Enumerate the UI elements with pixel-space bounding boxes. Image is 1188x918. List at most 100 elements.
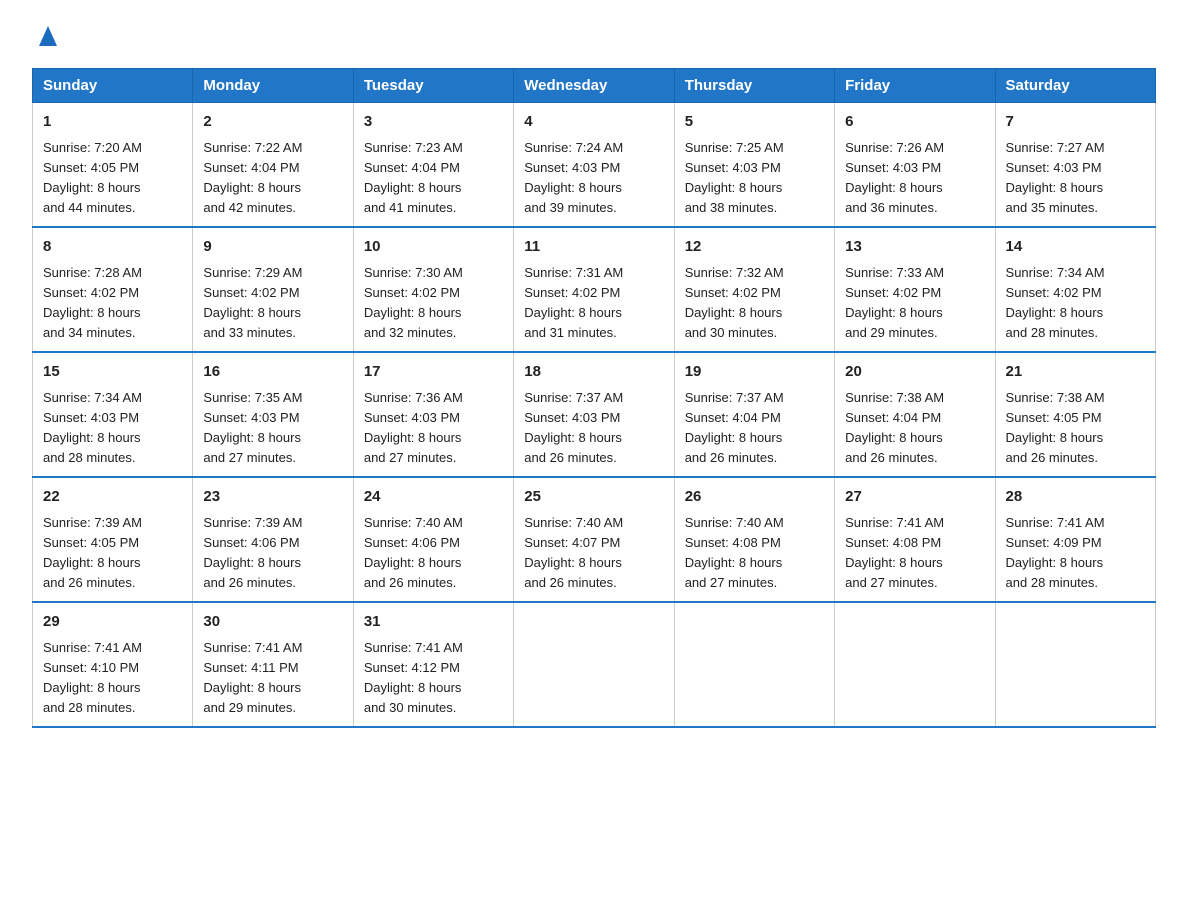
calendar-cell	[835, 602, 995, 727]
day-info: Sunrise: 7:30 AM Sunset: 4:02 PM Dayligh…	[364, 263, 503, 344]
day-number: 2	[203, 111, 342, 134]
logo	[32, 24, 62, 50]
day-number: 21	[1006, 361, 1145, 384]
day-number: 11	[524, 236, 663, 259]
weekday-header-saturday: Saturday	[995, 69, 1155, 103]
calendar-week-row: 29 Sunrise: 7:41 AM Sunset: 4:10 PM Dayl…	[33, 602, 1156, 727]
calendar-cell: 5 Sunrise: 7:25 AM Sunset: 4:03 PM Dayli…	[674, 103, 834, 228]
day-info: Sunrise: 7:25 AM Sunset: 4:03 PM Dayligh…	[685, 138, 824, 219]
day-info: Sunrise: 7:34 AM Sunset: 4:03 PM Dayligh…	[43, 388, 182, 469]
day-number: 14	[1006, 236, 1145, 259]
day-number: 22	[43, 486, 182, 509]
calendar-week-row: 1 Sunrise: 7:20 AM Sunset: 4:05 PM Dayli…	[33, 103, 1156, 228]
calendar-cell: 1 Sunrise: 7:20 AM Sunset: 4:05 PM Dayli…	[33, 103, 193, 228]
day-info: Sunrise: 7:40 AM Sunset: 4:06 PM Dayligh…	[364, 513, 503, 594]
day-number: 28	[1006, 486, 1145, 509]
calendar-cell: 9 Sunrise: 7:29 AM Sunset: 4:02 PM Dayli…	[193, 227, 353, 352]
day-number: 9	[203, 236, 342, 259]
day-number: 18	[524, 361, 663, 384]
page-header	[32, 24, 1156, 50]
calendar-cell	[514, 602, 674, 727]
calendar-cell	[674, 602, 834, 727]
day-number: 5	[685, 111, 824, 134]
calendar-week-row: 22 Sunrise: 7:39 AM Sunset: 4:05 PM Dayl…	[33, 477, 1156, 602]
day-number: 12	[685, 236, 824, 259]
calendar-cell: 28 Sunrise: 7:41 AM Sunset: 4:09 PM Dayl…	[995, 477, 1155, 602]
day-number: 30	[203, 611, 342, 634]
weekday-header-row: SundayMondayTuesdayWednesdayThursdayFrid…	[33, 69, 1156, 103]
calendar-cell: 10 Sunrise: 7:30 AM Sunset: 4:02 PM Dayl…	[353, 227, 513, 352]
calendar-cell: 4 Sunrise: 7:24 AM Sunset: 4:03 PM Dayli…	[514, 103, 674, 228]
day-number: 8	[43, 236, 182, 259]
calendar-cell: 20 Sunrise: 7:38 AM Sunset: 4:04 PM Dayl…	[835, 352, 995, 477]
weekday-header-wednesday: Wednesday	[514, 69, 674, 103]
calendar-cell: 23 Sunrise: 7:39 AM Sunset: 4:06 PM Dayl…	[193, 477, 353, 602]
calendar-cell: 26 Sunrise: 7:40 AM Sunset: 4:08 PM Dayl…	[674, 477, 834, 602]
calendar-cell: 15 Sunrise: 7:34 AM Sunset: 4:03 PM Dayl…	[33, 352, 193, 477]
calendar-cell: 22 Sunrise: 7:39 AM Sunset: 4:05 PM Dayl…	[33, 477, 193, 602]
day-number: 6	[845, 111, 984, 134]
day-number: 24	[364, 486, 503, 509]
logo-triangle-icon	[34, 22, 62, 50]
day-number: 25	[524, 486, 663, 509]
day-info: Sunrise: 7:37 AM Sunset: 4:03 PM Dayligh…	[524, 388, 663, 469]
day-info: Sunrise: 7:38 AM Sunset: 4:04 PM Dayligh…	[845, 388, 984, 469]
calendar-cell: 8 Sunrise: 7:28 AM Sunset: 4:02 PM Dayli…	[33, 227, 193, 352]
day-info: Sunrise: 7:31 AM Sunset: 4:02 PM Dayligh…	[524, 263, 663, 344]
calendar-cell: 3 Sunrise: 7:23 AM Sunset: 4:04 PM Dayli…	[353, 103, 513, 228]
weekday-header-tuesday: Tuesday	[353, 69, 513, 103]
calendar-cell	[995, 602, 1155, 727]
weekday-header-sunday: Sunday	[33, 69, 193, 103]
day-info: Sunrise: 7:38 AM Sunset: 4:05 PM Dayligh…	[1006, 388, 1145, 469]
day-number: 29	[43, 611, 182, 634]
day-number: 17	[364, 361, 503, 384]
weekday-header-friday: Friday	[835, 69, 995, 103]
day-info: Sunrise: 7:24 AM Sunset: 4:03 PM Dayligh…	[524, 138, 663, 219]
calendar-week-row: 15 Sunrise: 7:34 AM Sunset: 4:03 PM Dayl…	[33, 352, 1156, 477]
calendar-cell: 13 Sunrise: 7:33 AM Sunset: 4:02 PM Dayl…	[835, 227, 995, 352]
calendar-cell: 14 Sunrise: 7:34 AM Sunset: 4:02 PM Dayl…	[995, 227, 1155, 352]
day-number: 3	[364, 111, 503, 134]
day-number: 31	[364, 611, 503, 634]
calendar-week-row: 8 Sunrise: 7:28 AM Sunset: 4:02 PM Dayli…	[33, 227, 1156, 352]
day-info: Sunrise: 7:28 AM Sunset: 4:02 PM Dayligh…	[43, 263, 182, 344]
day-number: 26	[685, 486, 824, 509]
day-info: Sunrise: 7:41 AM Sunset: 4:08 PM Dayligh…	[845, 513, 984, 594]
day-info: Sunrise: 7:20 AM Sunset: 4:05 PM Dayligh…	[43, 138, 182, 219]
calendar-table: SundayMondayTuesdayWednesdayThursdayFrid…	[32, 68, 1156, 728]
weekday-header-thursday: Thursday	[674, 69, 834, 103]
day-number: 10	[364, 236, 503, 259]
day-info: Sunrise: 7:23 AM Sunset: 4:04 PM Dayligh…	[364, 138, 503, 219]
day-number: 23	[203, 486, 342, 509]
calendar-cell: 6 Sunrise: 7:26 AM Sunset: 4:03 PM Dayli…	[835, 103, 995, 228]
day-info: Sunrise: 7:39 AM Sunset: 4:05 PM Dayligh…	[43, 513, 182, 594]
day-info: Sunrise: 7:39 AM Sunset: 4:06 PM Dayligh…	[203, 513, 342, 594]
calendar-cell: 30 Sunrise: 7:41 AM Sunset: 4:11 PM Dayl…	[193, 602, 353, 727]
day-info: Sunrise: 7:41 AM Sunset: 4:12 PM Dayligh…	[364, 638, 503, 719]
day-number: 16	[203, 361, 342, 384]
day-info: Sunrise: 7:40 AM Sunset: 4:08 PM Dayligh…	[685, 513, 824, 594]
day-info: Sunrise: 7:27 AM Sunset: 4:03 PM Dayligh…	[1006, 138, 1145, 219]
day-info: Sunrise: 7:33 AM Sunset: 4:02 PM Dayligh…	[845, 263, 984, 344]
calendar-cell: 12 Sunrise: 7:32 AM Sunset: 4:02 PM Dayl…	[674, 227, 834, 352]
day-info: Sunrise: 7:26 AM Sunset: 4:03 PM Dayligh…	[845, 138, 984, 219]
day-number: 1	[43, 111, 182, 134]
calendar-cell: 25 Sunrise: 7:40 AM Sunset: 4:07 PM Dayl…	[514, 477, 674, 602]
calendar-cell: 16 Sunrise: 7:35 AM Sunset: 4:03 PM Dayl…	[193, 352, 353, 477]
weekday-header-monday: Monday	[193, 69, 353, 103]
calendar-body: 1 Sunrise: 7:20 AM Sunset: 4:05 PM Dayli…	[33, 103, 1156, 728]
day-number: 13	[845, 236, 984, 259]
day-info: Sunrise: 7:41 AM Sunset: 4:11 PM Dayligh…	[203, 638, 342, 719]
day-info: Sunrise: 7:35 AM Sunset: 4:03 PM Dayligh…	[203, 388, 342, 469]
day-number: 27	[845, 486, 984, 509]
calendar-cell: 21 Sunrise: 7:38 AM Sunset: 4:05 PM Dayl…	[995, 352, 1155, 477]
day-number: 20	[845, 361, 984, 384]
day-info: Sunrise: 7:22 AM Sunset: 4:04 PM Dayligh…	[203, 138, 342, 219]
calendar-cell: 7 Sunrise: 7:27 AM Sunset: 4:03 PM Dayli…	[995, 103, 1155, 228]
day-info: Sunrise: 7:29 AM Sunset: 4:02 PM Dayligh…	[203, 263, 342, 344]
day-number: 4	[524, 111, 663, 134]
day-info: Sunrise: 7:40 AM Sunset: 4:07 PM Dayligh…	[524, 513, 663, 594]
calendar-cell: 11 Sunrise: 7:31 AM Sunset: 4:02 PM Dayl…	[514, 227, 674, 352]
day-info: Sunrise: 7:41 AM Sunset: 4:10 PM Dayligh…	[43, 638, 182, 719]
day-info: Sunrise: 7:37 AM Sunset: 4:04 PM Dayligh…	[685, 388, 824, 469]
